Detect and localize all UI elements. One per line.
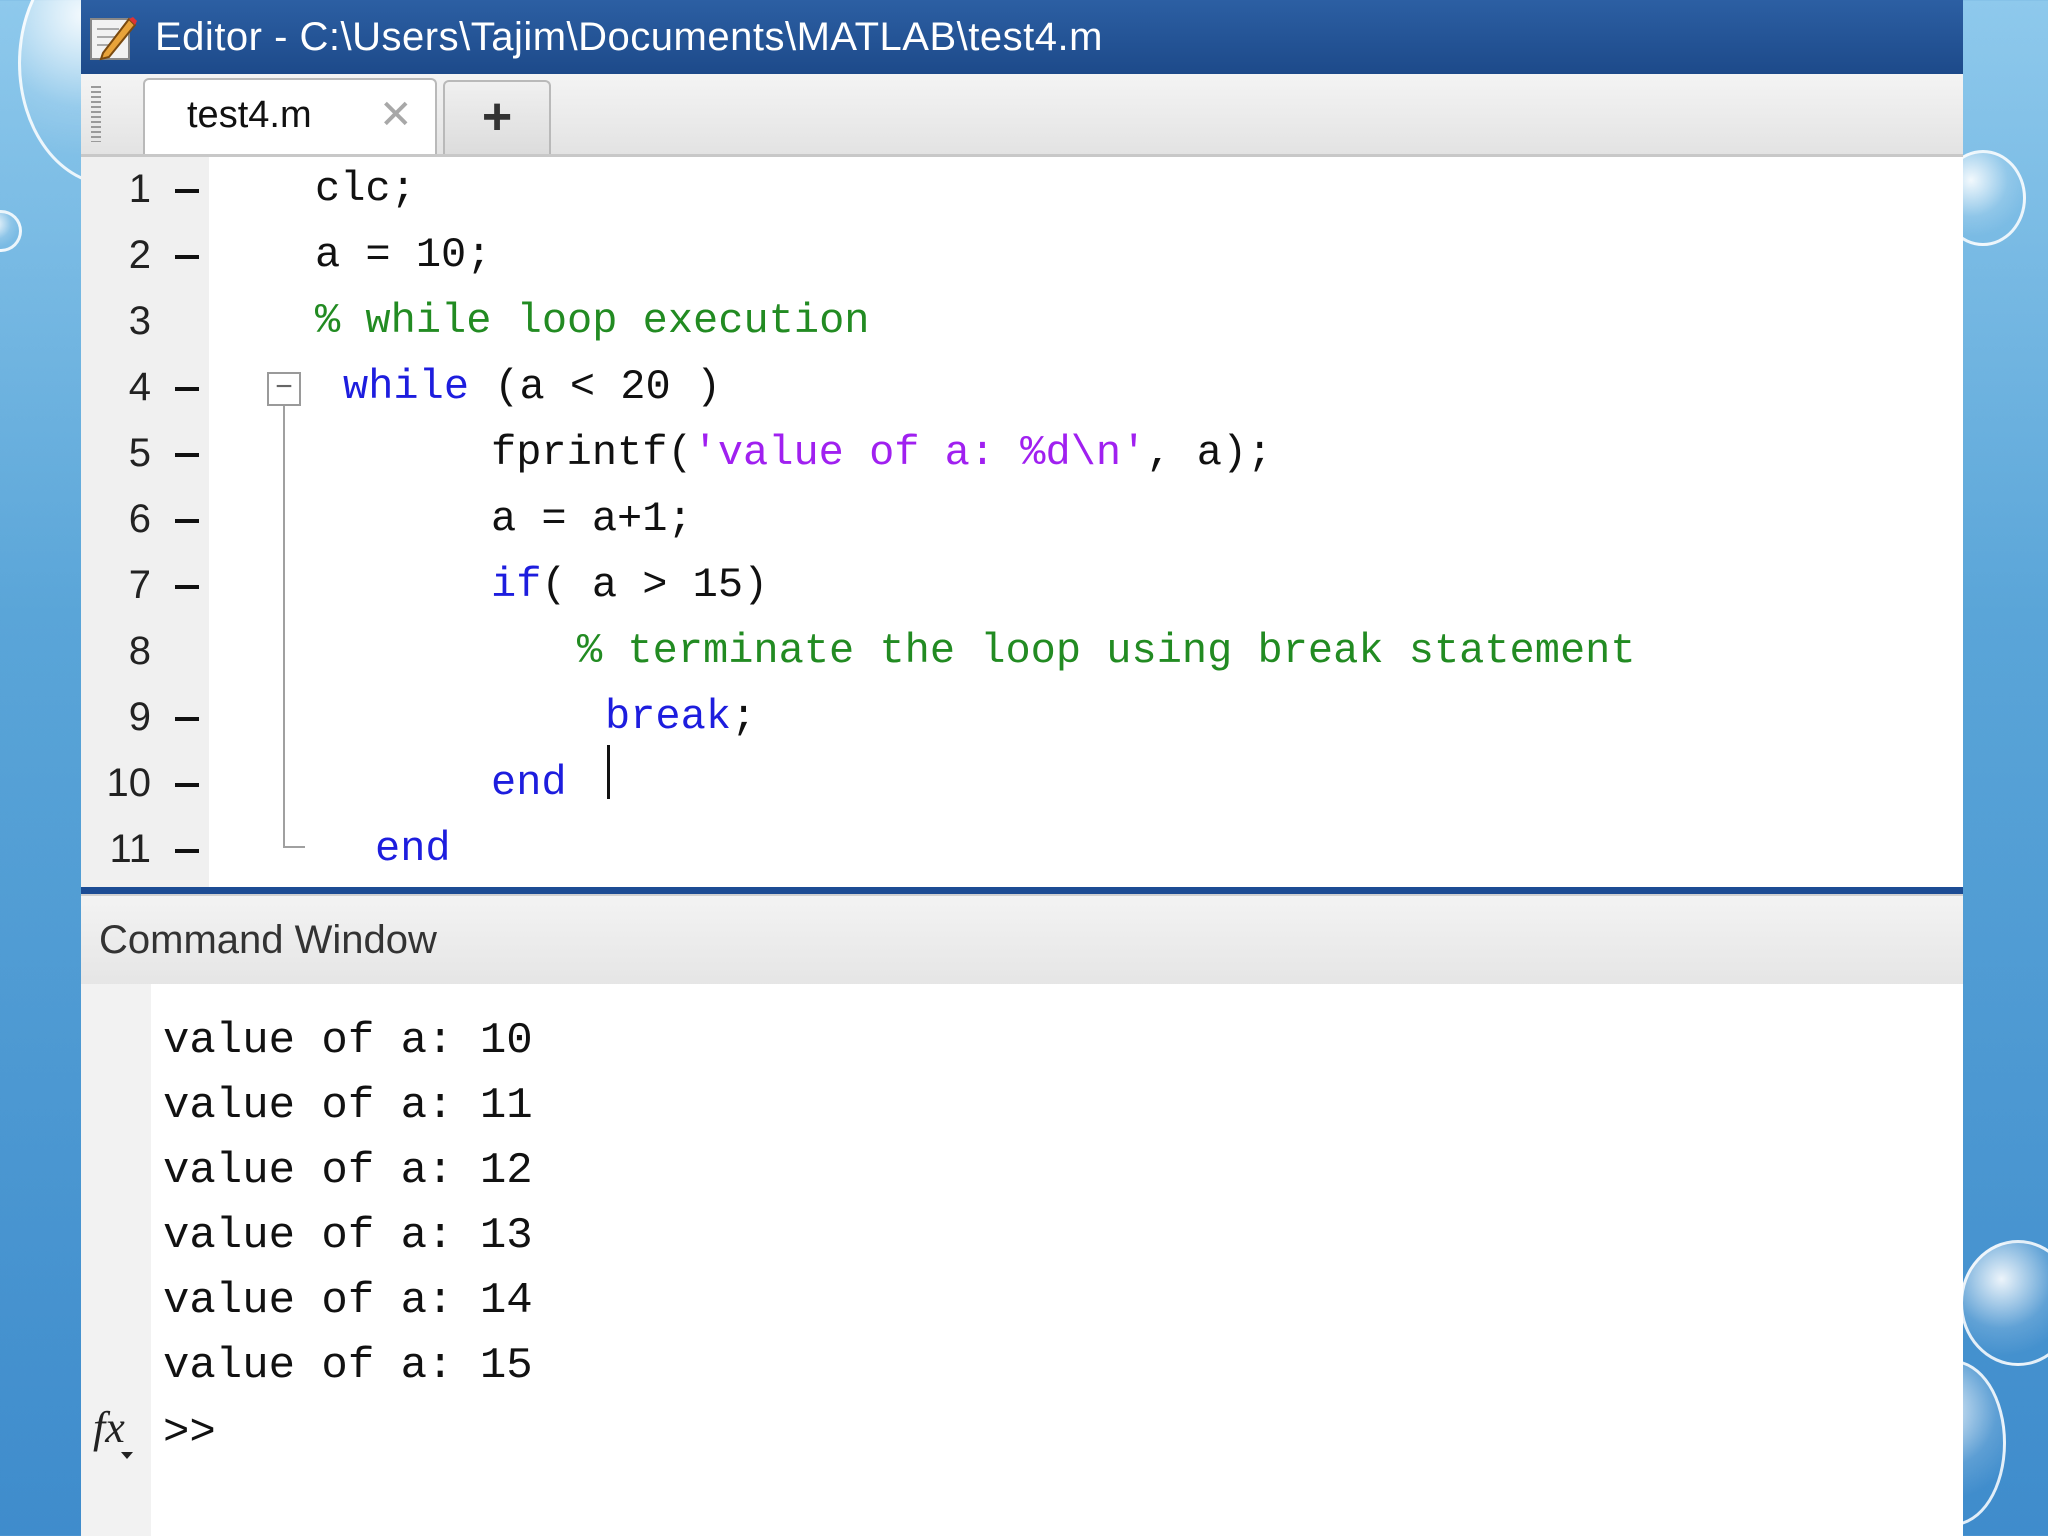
- tab-test4-m[interactable]: test4.m ✕: [143, 78, 437, 154]
- output-line: value of a: 13: [163, 1211, 533, 1261]
- panel-splitter[interactable]: [81, 887, 1963, 894]
- code-text: , a);: [1146, 429, 1273, 477]
- bubble-decoration: [1960, 1240, 2048, 1366]
- breakpoint-marker[interactable]: [175, 519, 199, 523]
- editor-pencil-icon: [90, 17, 137, 61]
- breakpoint-marker[interactable]: [175, 189, 199, 193]
- code-string: 'value of a: %d\n': [692, 429, 1147, 477]
- title-bar[interactable]: Editor - C:\Users\Tajim\Documents\MATLAB…: [81, 0, 1963, 74]
- breakpoint-marker[interactable]: [175, 717, 199, 721]
- line-number: 6: [128, 497, 151, 541]
- line-number: 7: [128, 563, 151, 607]
- code-line[interactable]: 2 a = 10;: [81, 223, 1963, 289]
- line-number: 3: [128, 299, 151, 343]
- keyword-end: end: [375, 825, 451, 873]
- matlab-editor-window: Editor - C:\Users\Tajim\Documents\MATLAB…: [81, 0, 1963, 1536]
- code-line[interactable]: 5 fprintf('value of a: %d\n', a);: [81, 421, 1963, 487]
- function-browser-fx-icon[interactable]: fx: [93, 1402, 125, 1453]
- code-line[interactable]: 1 clc;: [81, 157, 1963, 223]
- breakpoint-marker[interactable]: [175, 387, 199, 391]
- command-gutter: [81, 984, 151, 1536]
- code-comment: % terminate the loop using break stateme…: [577, 627, 1636, 675]
- line-number: 2: [128, 233, 151, 277]
- text-cursor: [607, 745, 610, 799]
- command-window-header[interactable]: Command Window: [81, 894, 1963, 986]
- code-text: a = 10;: [315, 231, 492, 279]
- line-number: 8: [128, 629, 151, 673]
- code-text: fprintf(: [491, 429, 693, 477]
- output-line: value of a: 15: [163, 1341, 533, 1391]
- drag-grip-handle[interactable]: [91, 86, 101, 142]
- code-line[interactable]: 10 end: [81, 751, 1963, 817]
- window-title: Editor - C:\Users\Tajim\Documents\MATLAB…: [155, 14, 1103, 59]
- code-text: ( a > 15): [541, 561, 769, 609]
- breakpoint-marker[interactable]: [175, 453, 199, 457]
- close-tab-icon[interactable]: ✕: [379, 92, 413, 138]
- code-text: clc;: [315, 165, 416, 213]
- breakpoint-marker[interactable]: [175, 585, 199, 589]
- code-text: a = a+1;: [491, 495, 693, 543]
- fold-guide-end: [283, 846, 305, 848]
- code-line[interactable]: 3 % while loop execution: [81, 289, 1963, 355]
- bubble-decoration: [0, 210, 22, 252]
- chevron-down-icon[interactable]: [121, 1452, 133, 1459]
- code-text: (a < 20 ): [469, 363, 722, 411]
- fold-guide-line: [283, 406, 285, 846]
- line-number: 1: [128, 167, 151, 211]
- keyword-while: while: [343, 363, 470, 411]
- keyword-end: end: [491, 759, 567, 807]
- line-number: 11: [109, 827, 151, 871]
- code-text: ;: [731, 693, 757, 741]
- breakpoint-marker[interactable]: [175, 849, 199, 853]
- code-line[interactable]: 9 break;: [81, 685, 1963, 751]
- tab-label: test4.m: [187, 94, 312, 136]
- line-number: 9: [128, 695, 151, 739]
- code-line[interactable]: 6 a = a+1;: [81, 487, 1963, 553]
- output-line: value of a: 10: [163, 1016, 533, 1066]
- code-line[interactable]: 4 while (a < 20 ): [81, 355, 1963, 421]
- code-line[interactable]: 11 end: [81, 817, 1963, 883]
- output-line: value of a: 14: [163, 1276, 533, 1326]
- code-line[interactable]: 7 if( a > 15): [81, 553, 1963, 619]
- code-comment: % while loop execution: [315, 297, 870, 345]
- keyword-if: if: [491, 561, 542, 609]
- output-line: value of a: 11: [163, 1081, 533, 1131]
- command-window-title: Command Window: [99, 918, 437, 962]
- command-prompt[interactable]: >>: [163, 1408, 216, 1458]
- breakpoint-marker[interactable]: [175, 255, 199, 259]
- code-line[interactable]: 8 % terminate the loop using break state…: [81, 619, 1963, 685]
- output-line: value of a: 12: [163, 1146, 533, 1196]
- keyword-break: break: [605, 693, 732, 741]
- command-window[interactable]: value of a: 10 value of a: 11 value of a…: [81, 984, 1963, 1536]
- line-number: 5: [128, 431, 151, 475]
- new-tab-button[interactable]: +: [443, 80, 551, 154]
- breakpoint-marker[interactable]: [175, 783, 199, 787]
- tab-strip: test4.m ✕ +: [81, 74, 1963, 157]
- code-fold-toggle[interactable]: −: [267, 372, 301, 406]
- line-number: 4: [128, 365, 151, 409]
- line-number: 10: [106, 761, 152, 805]
- code-editor[interactable]: 1 clc; 2 a = 10; 3 % while loop executio…: [81, 157, 1963, 887]
